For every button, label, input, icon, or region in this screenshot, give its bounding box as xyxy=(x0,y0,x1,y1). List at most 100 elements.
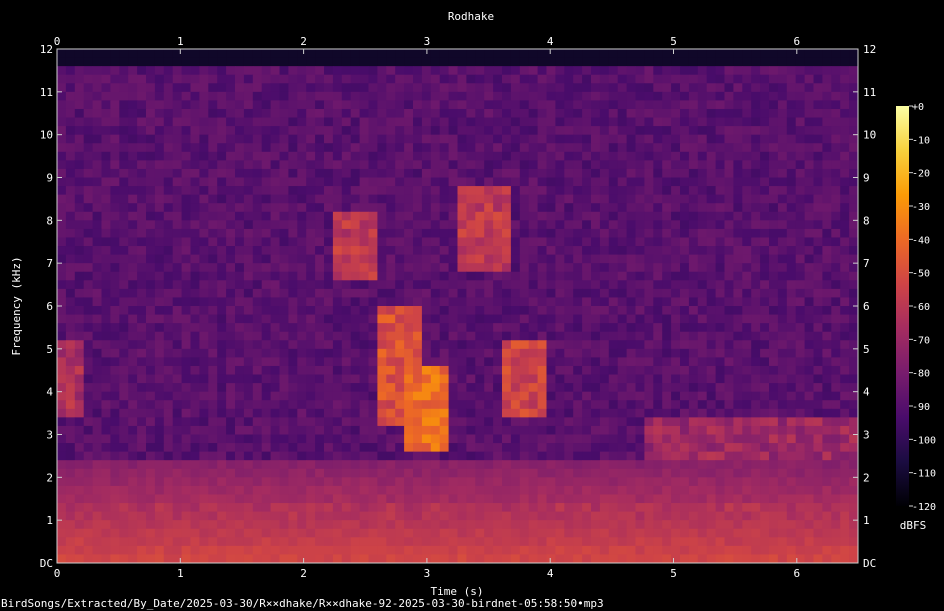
heatmap-cell xyxy=(421,468,432,478)
heatmap-cell xyxy=(92,468,102,478)
heatmap-cell xyxy=(101,306,111,315)
heatmap-cell xyxy=(546,511,556,521)
heatmap-cell xyxy=(635,434,645,444)
heatmap-cell xyxy=(404,365,414,375)
heatmap-cell xyxy=(742,160,752,170)
heatmap-cell xyxy=(822,49,832,58)
heatmap-cell xyxy=(626,400,636,410)
heatmap-cell xyxy=(172,400,182,410)
heatmap-cell xyxy=(190,477,200,487)
heatmap-cell xyxy=(510,340,521,350)
heatmap-cell xyxy=(697,323,708,333)
heatmap-cell xyxy=(733,494,743,504)
heatmap-cell xyxy=(297,494,307,504)
heatmap-cell xyxy=(261,391,271,401)
heatmap-cell xyxy=(599,220,610,230)
heatmap-cell xyxy=(315,228,325,238)
heatmap-cell xyxy=(368,314,378,324)
heatmap-cell xyxy=(439,66,449,76)
heatmap-cell xyxy=(226,151,236,161)
heatmap-cell xyxy=(804,83,814,93)
heatmap-cell xyxy=(493,297,503,307)
heatmap-cell xyxy=(65,485,76,495)
heatmap-cell xyxy=(635,460,645,470)
heatmap-cell xyxy=(119,220,129,230)
heatmap-cell xyxy=(448,400,458,410)
heatmap-cell xyxy=(92,417,102,427)
heatmap-cell xyxy=(57,91,67,101)
heatmap-cell xyxy=(350,168,360,178)
heatmap-cell xyxy=(733,357,743,367)
heatmap-cell xyxy=(430,151,441,161)
heatmap-cell xyxy=(697,74,708,84)
heatmap-cell xyxy=(404,468,414,478)
heatmap-cell xyxy=(626,503,636,512)
heatmap-cell xyxy=(582,365,592,375)
heatmap-cell xyxy=(573,383,583,393)
heatmap-cell xyxy=(510,391,521,401)
heatmap-cell xyxy=(377,66,387,76)
heatmap-cell xyxy=(644,220,654,230)
heatmap-cell xyxy=(217,408,227,418)
heatmap-cell xyxy=(724,186,734,196)
heatmap-cell xyxy=(154,49,165,58)
heatmap-cell xyxy=(742,108,752,118)
heatmap-cell xyxy=(386,160,396,170)
heatmap-cell xyxy=(297,348,307,358)
heatmap-cell xyxy=(110,194,120,204)
heatmap-cell xyxy=(341,357,352,367)
heatmap-cell xyxy=(306,126,316,136)
heatmap-cell xyxy=(57,348,67,358)
heatmap-cell xyxy=(368,391,378,401)
heatmap-cell xyxy=(404,417,414,427)
heatmap-cell xyxy=(172,57,182,67)
heatmap-cell xyxy=(172,485,182,495)
heatmap-cell xyxy=(279,340,289,350)
heatmap-cell xyxy=(662,160,672,170)
heatmap-cell xyxy=(359,194,369,204)
heatmap-cell xyxy=(599,400,610,410)
heatmap-cell xyxy=(128,511,138,521)
heatmap-cell xyxy=(137,365,147,375)
heatmap-cell xyxy=(519,443,530,453)
heatmap-cell xyxy=(190,211,200,221)
heatmap-cell xyxy=(760,254,770,264)
heatmap-cell xyxy=(288,117,298,127)
heatmap-cell xyxy=(528,74,538,84)
heatmap-cell xyxy=(591,331,601,341)
heatmap-cell xyxy=(546,365,556,375)
heatmap-cell xyxy=(662,443,672,453)
heatmap-cell xyxy=(688,117,699,127)
heatmap-cell xyxy=(466,203,476,213)
heatmap-cell xyxy=(813,237,823,247)
heatmap-cell xyxy=(92,306,102,315)
heatmap-cell xyxy=(599,237,610,247)
heatmap-cell xyxy=(217,511,227,521)
heatmap-cell xyxy=(671,83,681,93)
heatmap-cell xyxy=(332,66,343,76)
heatmap-cell xyxy=(181,468,191,478)
heatmap-cell xyxy=(243,57,254,67)
heatmap-cell xyxy=(804,126,814,136)
heatmap-cell xyxy=(92,49,102,58)
heatmap-cell xyxy=(181,143,191,153)
heatmap-cell xyxy=(92,254,102,264)
heatmap-cell xyxy=(653,306,663,315)
heatmap-cell xyxy=(831,237,841,247)
heatmap-cell xyxy=(466,494,476,504)
heatmap-cell xyxy=(840,66,850,76)
heatmap-cell xyxy=(163,348,174,358)
heatmap-cell xyxy=(715,391,725,401)
heatmap-cell xyxy=(493,468,503,478)
heatmap-cell xyxy=(332,263,343,273)
heatmap-cell xyxy=(377,151,387,161)
heatmap-cell xyxy=(172,83,182,93)
heatmap-cell xyxy=(306,323,316,333)
heatmap-cell xyxy=(324,126,334,136)
heatmap-cell xyxy=(653,271,663,281)
heatmap-cell xyxy=(537,134,547,144)
heatmap-cell xyxy=(777,143,788,153)
heatmap-cell xyxy=(324,374,334,384)
heatmap-cell xyxy=(341,83,352,93)
heatmap-cell xyxy=(146,297,156,307)
